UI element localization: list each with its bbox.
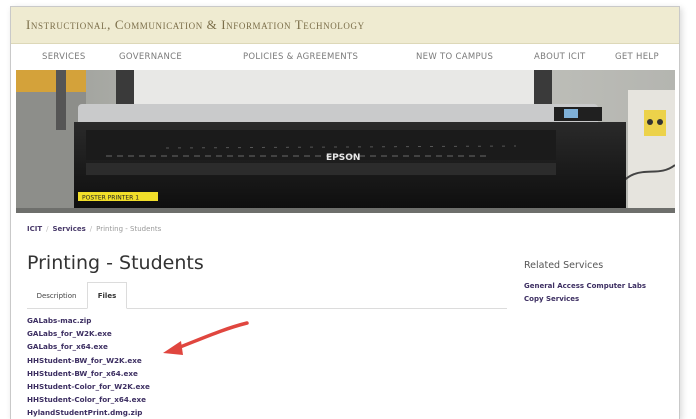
file-link[interactable]: HylandStudentPrint.dmg.zip [27, 406, 150, 419]
printer-photo: EPSON POSTER PRINTER 1 [16, 70, 675, 213]
related-services-title: Related Services [524, 260, 604, 271]
nav-item-governance[interactable]: GOVERNANCE [119, 52, 182, 62]
printer-sticker-text: POSTER PRINTER 1 [82, 195, 139, 202]
page-title: Printing - Students [27, 252, 204, 274]
file-link[interactable]: HHStudent-Color_for_x64.exe [27, 393, 150, 406]
file-link[interactable]: GALabs_for_W2K.exe [27, 327, 150, 340]
related-link-computer-labs[interactable]: General Access Computer Labs [524, 280, 646, 293]
related-link-copy-services[interactable]: Copy Services [524, 293, 646, 306]
breadcrumb: ICIT / Services / Printing - Students [27, 225, 161, 233]
file-link[interactable]: GALabs-mac.zip [27, 314, 150, 327]
site-banner: Instructional, Communication & Informati… [11, 7, 679, 44]
main-nav: SERVICES GOVERNANCE POLICIES & AGREEMENT… [11, 44, 679, 69]
file-link[interactable]: HHStudent-Color_for_W2K.exe [27, 380, 150, 393]
breadcrumb-current: Printing - Students [96, 225, 162, 233]
annotation-arrow-icon [163, 321, 249, 355]
site-title[interactable]: Instructional, Communication & Informati… [26, 17, 365, 33]
file-list: GALabs-mac.zip GALabs_for_W2K.exe GALabs… [27, 314, 150, 419]
breadcrumb-icit[interactable]: ICIT [27, 225, 42, 233]
breadcrumb-separator: / [46, 225, 49, 233]
content-tabs: Description Files [27, 282, 507, 309]
tab-description[interactable]: Description [27, 282, 86, 309]
file-link[interactable]: GALabs_for_x64.exe [27, 340, 150, 353]
nav-item-services[interactable]: SERVICES [42, 52, 86, 62]
browser-page: Instructional, Communication & Informati… [10, 6, 680, 419]
file-link[interactable]: HHStudent-BW_for_W2K.exe [27, 354, 150, 367]
breadcrumb-separator: / [89, 225, 93, 233]
nav-item-new-to-campus[interactable]: NEW TO CAMPUS [416, 52, 493, 62]
nav-item-get-help[interactable]: GET HELP [615, 52, 659, 62]
file-link[interactable]: HHStudent-BW_for_x64.exe [27, 367, 150, 380]
hero-image: EPSON POSTER PRINTER 1 [16, 70, 675, 213]
tab-files[interactable]: Files [87, 282, 127, 309]
nav-item-policies[interactable]: POLICIES & AGREEMENTS [243, 52, 358, 62]
printer-brand-text: EPSON [326, 153, 360, 163]
nav-item-about-icit[interactable]: ABOUT ICIT [534, 52, 585, 62]
breadcrumb-services[interactable]: Services [52, 225, 85, 233]
related-services: Related Services General Access Computer… [524, 260, 646, 305]
